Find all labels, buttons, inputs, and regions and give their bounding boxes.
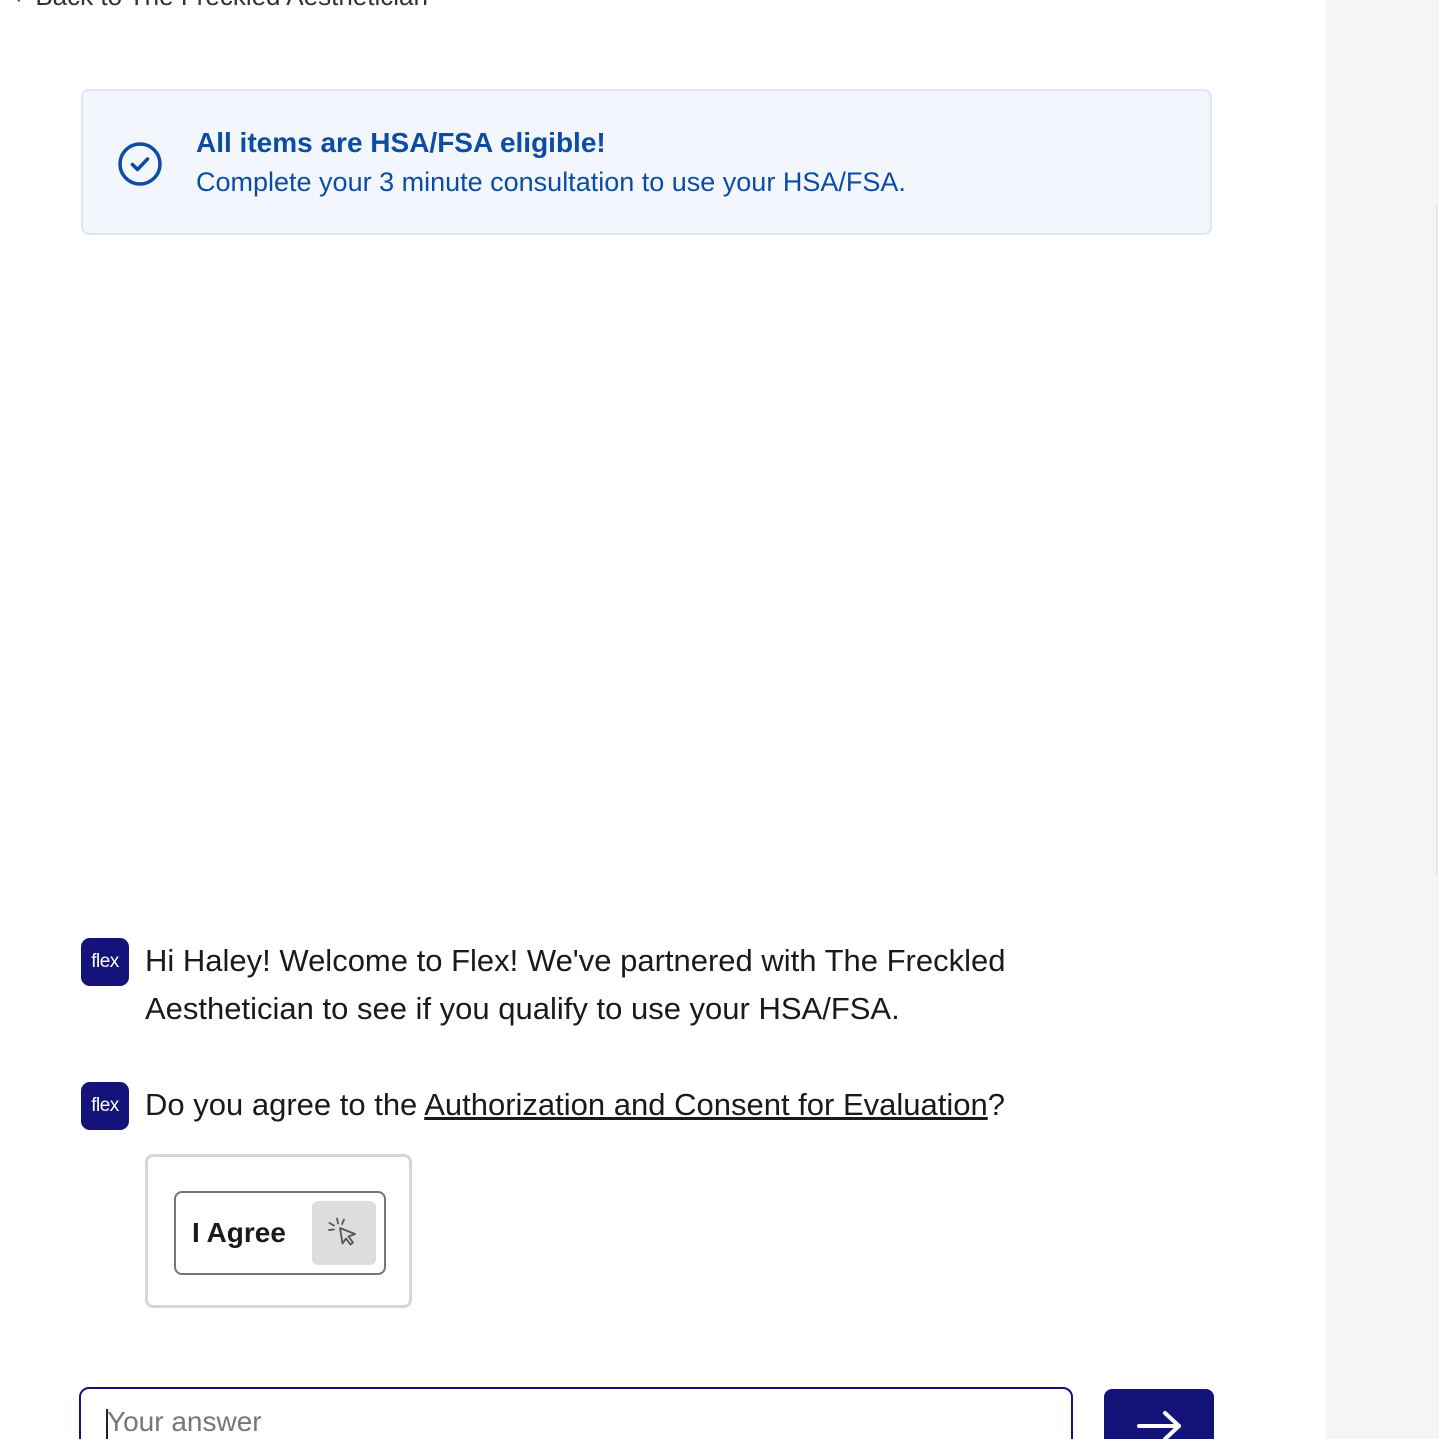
side-panel-divider: [1436, 205, 1437, 875]
back-link[interactable]: ‹ Back to The Freckled Aesthetician: [14, 0, 428, 12]
send-button[interactable]: [1104, 1389, 1214, 1439]
answer-input[interactable]: [79, 1387, 1073, 1439]
pointer-click-icon: [312, 1201, 376, 1265]
eligibility-banner: All items are HSA/FSA eligible! Complete…: [81, 89, 1212, 235]
welcome-message-text: Hi Haley! Welcome to Flex! We've partner…: [145, 943, 1006, 1026]
banner-title: All items are HSA/FSA eligible!: [196, 127, 606, 158]
consent-question-text: Do you agree to the Authorization and Co…: [145, 1081, 1175, 1129]
text-caret: [106, 1409, 108, 1439]
arrow-right-icon: [1137, 1411, 1181, 1439]
banner-subtitle: Complete your 3 minute consultation to u…: [196, 167, 906, 197]
i-agree-label: I Agree: [192, 1217, 286, 1248]
chevron-left-icon: ‹: [14, 0, 21, 7]
consent-link[interactable]: Authorization and Consent for Evaluation: [424, 1087, 988, 1122]
back-link-label: Back to The Freckled Aesthetician: [35, 0, 428, 12]
flex-avatar: flex: [81, 1082, 129, 1130]
i-agree-button[interactable]: I Agree: [174, 1191, 386, 1275]
flex-avatar: flex: [81, 938, 129, 986]
check-circle-icon: [118, 142, 162, 186]
answer-options-card: I Agree: [145, 1154, 412, 1308]
chat-message: flex Do you agree to the Authorization a…: [81, 1082, 1212, 1130]
side-panel: [1326, 0, 1439, 1439]
consultation-page: ‹ Back to The Freckled Aesthetician All …: [0, 0, 1439, 1439]
chat-message: flex Hi Haley! Welcome to Flex! We've pa…: [81, 938, 1212, 1034]
consent-question-suffix: ?: [987, 1087, 1005, 1122]
consent-question-prefix: Do you agree to the: [145, 1087, 425, 1122]
